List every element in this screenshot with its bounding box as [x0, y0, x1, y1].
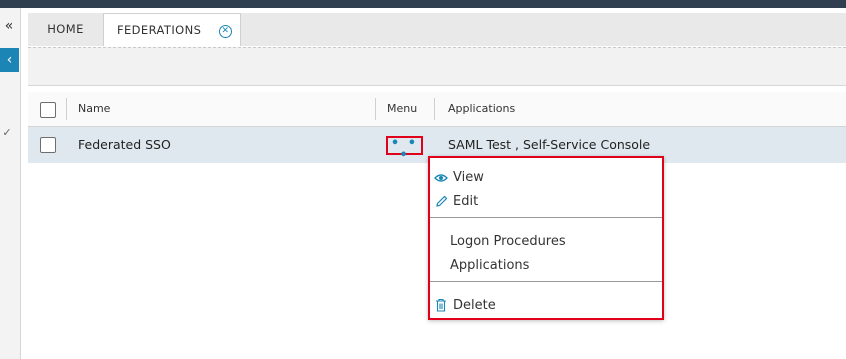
tab-home[interactable]: HOME [28, 13, 103, 46]
tab-bar: HOME FEDERATIONS ✕ [28, 13, 846, 46]
column-separator [66, 98, 67, 120]
menu-item-applications[interactable]: Applications [430, 255, 662, 277]
grid-header: Name Menu Applications [28, 92, 846, 127]
column-header-name[interactable]: Name [78, 92, 110, 126]
row-context-menu: View Edit Logon Procedures Applications … [428, 156, 664, 320]
app-top-bar [0, 0, 846, 8]
row-name: Federated SSO [78, 137, 171, 152]
chevron-left-icon[interactable]: ‹ [0, 48, 19, 72]
menu-item-delete[interactable]: Delete [430, 295, 662, 317]
check-icon[interactable]: ✓ [0, 126, 14, 142]
row-menu-button[interactable]: • • • [386, 136, 423, 162]
double-chevron-left-icon[interactable]: « [1, 18, 17, 34]
pencil-icon [433, 191, 449, 216]
menu-divider [430, 281, 662, 282]
trash-icon [433, 295, 449, 320]
menu-item-view[interactable]: View [430, 167, 662, 189]
menu-item-logon-procedures-label: Logon Procedures [450, 234, 566, 249]
eye-icon [433, 167, 449, 191]
tab-federations[interactable]: FEDERATIONS ✕ [103, 13, 241, 46]
left-nav-rail: « ‹ ✓ [0, 8, 21, 359]
menu-divider [430, 217, 662, 218]
menu-item-applications-label: Applications [450, 258, 530, 273]
toolbar [28, 47, 846, 86]
menu-item-delete-label: Delete [453, 298, 496, 313]
column-separator [434, 98, 435, 120]
column-header-applications[interactable]: Applications [448, 92, 515, 126]
column-separator [375, 98, 376, 120]
tab-federations-label: FEDERATIONS [117, 23, 202, 37]
row-checkbox[interactable] [40, 137, 56, 153]
close-circle-icon[interactable]: ✕ [219, 25, 232, 38]
menu-item-view-label: View [453, 170, 484, 185]
column-header-menu[interactable]: Menu [387, 92, 417, 126]
menu-item-edit-label: Edit [453, 194, 479, 209]
menu-item-logon-procedures[interactable]: Logon Procedures [430, 231, 662, 253]
menu-item-edit[interactable]: Edit [430, 191, 662, 213]
select-all-checkbox[interactable] [40, 102, 56, 118]
